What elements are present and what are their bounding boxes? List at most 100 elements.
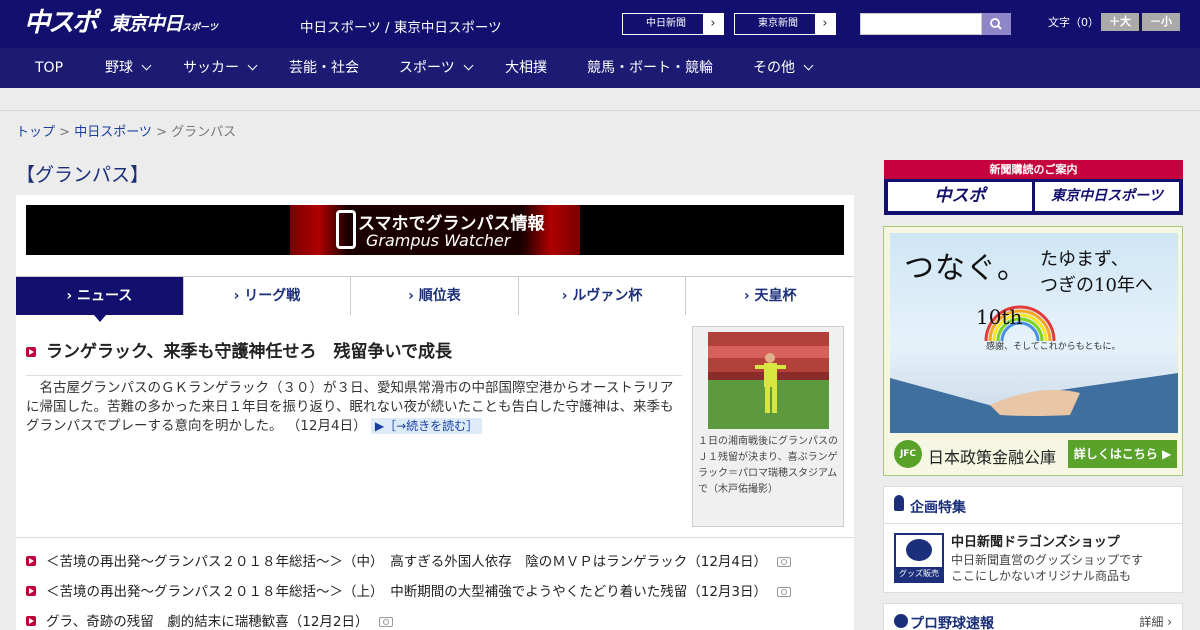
breadcrumb: トップ > 中日スポーツ > グランパス — [16, 121, 236, 140]
subscribe-chunichi-sports[interactable]: 中スポ — [888, 182, 1032, 211]
feature-card: 企画特集 グッズ販売中 中日新聞ドラゴンズショップ 中日新聞直営のグッズショップ… — [883, 486, 1183, 593]
baseball-icon — [894, 614, 908, 628]
nav-item-baseball[interactable]: 野球 — [105, 48, 152, 88]
goalkeeper-photo[interactable] — [708, 332, 829, 429]
list-item[interactable]: ＜苦境の再出発～グランパス２０１８年総括～＞（上） 中断期間の大型補強でようやく… — [26, 582, 846, 612]
main-nav: TOP 野球 サッカー 芸能・社会 スポーツ 大相撲 競馬・ボート・競輪 その他 — [0, 48, 1200, 88]
shop-desc-line: 中日新聞直営のグッズショップです — [951, 553, 1144, 567]
tokyo-chunichi-sports-logo[interactable]: 東京中日スポーツ — [110, 12, 218, 40]
tab-news[interactable]: › ニュース — [16, 277, 184, 322]
breadcrumb-separator: > — [151, 125, 172, 140]
search-input[interactable] — [860, 13, 982, 35]
medal-icon — [894, 495, 904, 511]
divider — [16, 537, 854, 538]
font-size-label: 文字（0） — [1048, 16, 1099, 29]
top-story-lead: 名古屋グランパスのＧＫランゲラック（３０）が３日、愛知県常滑市の中部国際空港から… — [26, 379, 676, 436]
ad-org-name: 日本政策金融公庫 — [928, 448, 1057, 467]
breadcrumb-top[interactable]: トップ — [16, 125, 55, 140]
nav-label: サッカー — [183, 60, 239, 76]
article-bullet-icon — [26, 586, 36, 596]
subscription-box: 新聞購読のご案内 中スポ 東京中日スポーツ — [884, 160, 1183, 215]
details-link[interactable]: 詳細 › — [1139, 613, 1172, 630]
baseball-title: プロ野球速報 — [910, 616, 994, 630]
feature-title: 企画特集 — [910, 500, 966, 516]
shop-description: 中日新聞直営のグッズショップです ここにしかないオリジナル商品も — [951, 552, 1143, 584]
chevron-down-icon — [463, 60, 474, 71]
shop-title-link[interactable]: 中日新聞ドラゴンズショップ — [951, 531, 1120, 550]
nav-item-sports[interactable]: スポーツ — [399, 48, 474, 88]
news-title: ＜苦境の再出発～グランパス２０１８年総括～＞（中） 高すぎる外国人依存 陰のＭＶ… — [46, 554, 768, 570]
chevron-down-icon — [803, 60, 814, 71]
jfc-logo: JFC — [894, 440, 922, 468]
baseball-scores-card: プロ野球速報 詳細 › — [883, 603, 1183, 630]
list-item[interactable]: グラ、奇跡の残留 劇的結末に瑞穂歓喜（12月2日） — [26, 612, 846, 630]
breadcrumb-separator: > — [55, 125, 75, 140]
read-more-link[interactable]: ▶［→続きを読む］ — [370, 418, 483, 434]
nav-item-soccer[interactable]: サッカー — [183, 48, 258, 88]
nav-label: 競馬・ボート・競輪 — [587, 60, 713, 76]
nav-item-racing[interactable]: 競馬・ボート・競輪 — [587, 48, 713, 88]
tokyo-logo-suffix: スポーツ — [182, 23, 218, 33]
news-list: ＜苦境の再出発～グランパス２０１８年総括～＞（中） 高すぎる外国人依存 陰のＭＶ… — [26, 552, 846, 630]
subscribe-tokyo-chunichi[interactable]: 東京中日スポーツ — [1035, 182, 1179, 211]
nav-label: TOP — [35, 60, 64, 76]
camera-icon — [777, 557, 792, 567]
font-smaller-button[interactable]: －小 — [1142, 13, 1180, 31]
tokyo-logo-text: 東京中日 — [110, 13, 183, 35]
sub-nav-band — [0, 88, 1200, 111]
subscription-title: 新聞購読のご案内 — [884, 160, 1183, 179]
ad-tagline: 感謝、そしてこれからもともに。 — [986, 342, 1121, 352]
article-bullet-icon — [26, 347, 36, 357]
stadium-image — [708, 332, 829, 429]
chevron-down-icon — [247, 60, 258, 71]
tab-emperors-cup[interactable]: › 天皇杯 — [686, 277, 854, 315]
camera-icon — [378, 617, 393, 627]
feature-header: 企画特集 — [884, 487, 1182, 524]
nav-label: 芸能・社会 — [289, 60, 359, 76]
tokyo-shimbun-label: 東京新聞 — [758, 18, 798, 29]
nav-item-other[interactable]: その他 — [753, 48, 814, 88]
mascot-icon — [906, 539, 932, 561]
story-photo: １日の湘南戦後にグランパスのＪ１残留が決まり、喜ぶランゲラック＝パロマ瑞穂スタジ… — [692, 326, 844, 527]
headline-text: ランゲラック、来季も守護神任せろ 残留争いで成長 — [46, 342, 452, 362]
breadcrumb-chunichi-sports[interactable]: 中日スポーツ — [74, 125, 152, 140]
dragons-shop-thumbnail[interactable]: グッズ販売中 — [894, 533, 944, 592]
ad-image: つなぐ。 たゆまず、 つぎの10年へ 感謝、そしてこれからもともに。 10th — [890, 233, 1178, 433]
search-button[interactable] — [982, 13, 1011, 35]
ad-tenth: 10th — [976, 305, 1023, 329]
lead-date: （12月4日） — [286, 418, 367, 434]
photo-caption: １日の湘南戦後にグランパスのＪ１残留が決まり、喜ぶランゲラック＝パロマ瑞穂スタジ… — [698, 436, 838, 495]
site-header: 中スポ 東京中日スポーツ 中日スポーツ / 東京中日スポーツ 中日新聞 › 東京… — [0, 0, 1200, 48]
tab-league[interactable]: › リーグ戦 — [183, 277, 352, 315]
nav-label: その他 — [753, 60, 795, 76]
nav-item-sumo[interactable]: 大相撲 — [505, 48, 547, 88]
page-title: 【グランパス】 — [16, 164, 150, 186]
tab-standings[interactable]: › 順位表 — [351, 277, 519, 315]
tab-levain-cup[interactable]: › ルヴァン杯 — [518, 277, 687, 315]
list-item[interactable]: ＜苦境の再出発～グランパス２０１８年総括～＞（中） 高すぎる外国人依存 陰のＭＶ… — [26, 552, 846, 582]
nav-item-top[interactable]: TOP — [35, 48, 63, 88]
jfc-advertisement[interactable]: つなぐ。 たゆまず、 つぎの10年へ 感謝、そしてこれからもともに。 10th J… — [883, 226, 1183, 476]
nav-label: 大相撲 — [505, 60, 547, 76]
breadcrumb-current: グランパス — [171, 125, 237, 140]
font-larger-button[interactable]: ＋大 — [1101, 13, 1139, 31]
main-content: スマホでグランパス情報 Grampus Watcher › ニュース › リーグ… — [16, 195, 854, 630]
chunichi-shimbun-label: 中日新聞 — [646, 18, 686, 29]
chunichi-shimbun-link[interactable]: 中日新聞 › — [622, 13, 724, 35]
banner-line2: Grampus Watcher — [366, 231, 511, 250]
shop-desc-line: ここにしかないオリジナル商品も — [951, 569, 1132, 583]
chunichi-sports-logo[interactable]: 中スポ — [24, 8, 98, 38]
top-story-headline[interactable]: ランゲラック、来季も守護神任せろ 残留争いで成長 — [26, 337, 682, 376]
chevron-right-icon: › — [815, 14, 835, 34]
nav-item-entertainment[interactable]: 芸能・社会 — [289, 48, 359, 88]
ad-details-button[interactable]: 詳しくはこちら ▶ — [1068, 440, 1177, 468]
tokyo-shimbun-link[interactable]: 東京新聞 › — [734, 13, 836, 35]
search-icon — [990, 18, 1002, 30]
news-title: グラ、奇跡の残留 劇的結末に瑞穂歓喜（12月2日） — [46, 614, 369, 630]
chevron-down-icon — [141, 60, 152, 71]
grampus-watcher-banner[interactable]: スマホでグランパス情報 Grampus Watcher — [26, 205, 844, 255]
goods-badge: グッズ販売中 — [896, 567, 942, 592]
smartphone-icon — [336, 210, 356, 249]
camera-icon — [777, 587, 792, 597]
site-title: 中日スポーツ / 東京中日スポーツ — [300, 20, 502, 36]
